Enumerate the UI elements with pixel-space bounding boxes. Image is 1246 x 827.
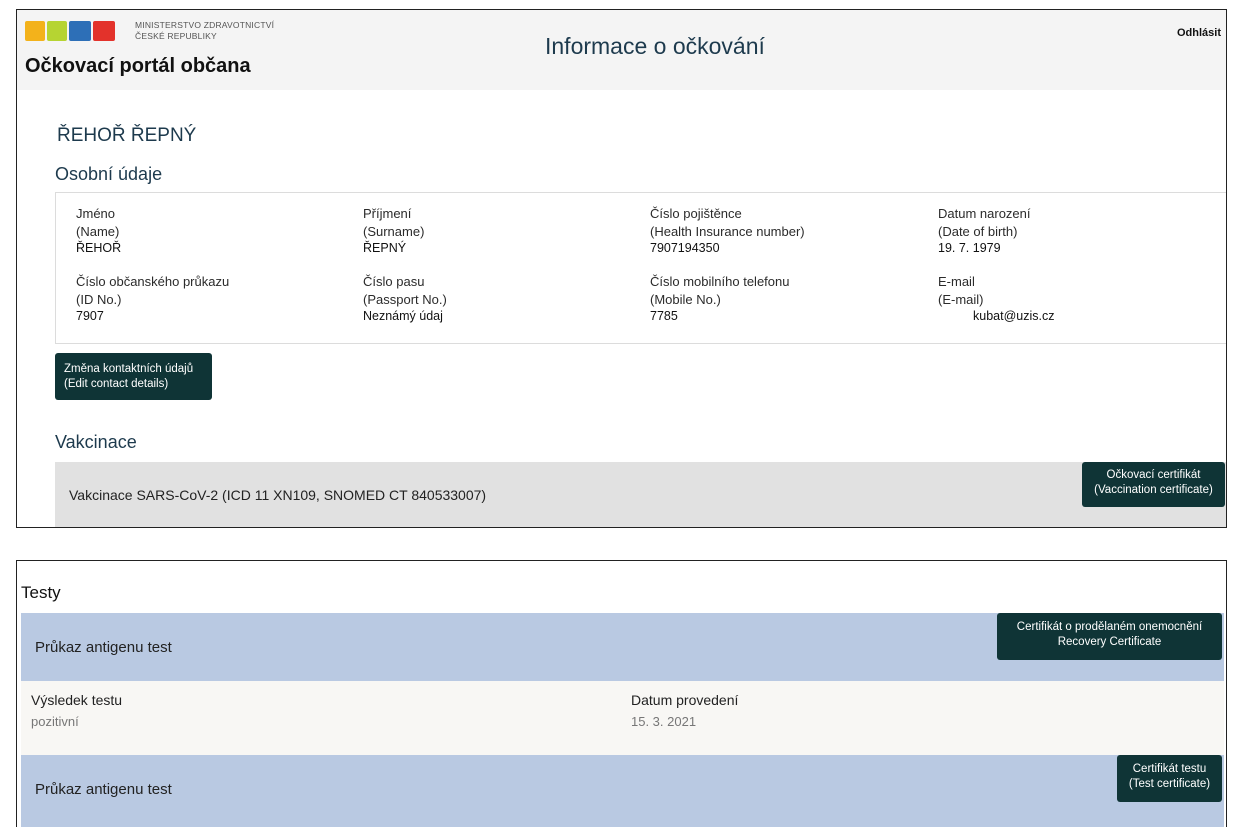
field-label-en: (E-mail) [938, 291, 984, 307]
button-label: Certifikát o prodělaném onemocnění [1016, 621, 1203, 633]
logo-block-icon [47, 21, 67, 41]
button-label-en: Recovery Certificate [1057, 636, 1162, 648]
field-value: Neznámý údaj [363, 309, 443, 323]
field-passport-number: Číslo pasu (Passport No.) Neznámý údaj [363, 273, 447, 326]
test-result-field: Výsledek testu pozitivní [31, 689, 122, 733]
field-label: Jméno [76, 206, 116, 221]
page-header: MINISTERSTVO ZDRAVOTNICTVÍ ČESKÉ REPUBLI… [17, 10, 1226, 90]
edit-contact-details-button[interactable]: Změna kontaktních údajů (Edit contact de… [55, 353, 212, 400]
field-value: 15. 3. 2021 [631, 714, 697, 729]
button-label-en: (Edit contact details) [64, 378, 169, 390]
tests-panel: Testy Průkaz antigenu test Certifikát o … [16, 560, 1227, 827]
field-value: 7785 [650, 309, 678, 323]
vaccination-item-label: Vakcinace SARS-CoV-2 (ICD 11 XN109, SNOM… [69, 487, 487, 503]
personal-section-heading: Osobní údaje [55, 164, 163, 184]
field-label: Číslo občanského průkazu [76, 274, 230, 289]
field-label: Výsledek testu [31, 692, 123, 708]
field-label-en: (Date of birth) [938, 223, 1018, 239]
field-id-number: Číslo občanského průkazu (ID No.) 7907 [76, 273, 229, 326]
button-label: Certifikát testu [1132, 763, 1207, 775]
person-name: ŘEHOŘ ŘEPNÝ [57, 125, 197, 146]
field-value: pozitivní [31, 714, 79, 729]
field-value: 7907194350 [650, 241, 720, 255]
field-label: Číslo pojištěnce [650, 206, 742, 221]
test-item-label: Průkaz antigenu test [35, 639, 172, 656]
tests-section-heading: Testy [21, 583, 61, 602]
vaccination-certificate-button[interactable]: Očkovací certifikát (Vaccination certifi… [1082, 462, 1225, 507]
field-date-of-birth: Datum narození (Date of birth) 19. 7. 19… [938, 205, 1031, 258]
portal-title: Očkovací portál občana [25, 55, 251, 77]
test-certificate-button[interactable]: Certifikát testu (Test certificate) [1117, 755, 1222, 802]
vaccination-item-row[interactable]: Vakcinace SARS-CoV-2 (ICD 11 XN109, SNOM… [55, 462, 1226, 527]
field-label: Příjmení [363, 206, 412, 221]
field-label: Datum narození [938, 206, 1031, 221]
field-value: kubat@uzis.cz [973, 309, 1055, 323]
logo-block-icon [69, 21, 91, 41]
field-value: ŘEHOŘ [76, 241, 122, 255]
button-label-en: (Vaccination certificate) [1094, 484, 1213, 496]
field-value: 7907 [76, 309, 104, 323]
ministry-name: MINISTERSTVO ZDRAVOTNICTVÍ ČESKÉ REPUBLI… [135, 20, 274, 42]
button-label-en: (Test certificate) [1128, 778, 1211, 790]
field-label-en: (Name) [76, 223, 120, 239]
test-item-row[interactable]: Průkaz antigenu test [21, 755, 1224, 827]
field-label: Číslo mobilního telefonu [650, 274, 790, 289]
test-item-label: Průkaz antigenu test [35, 781, 172, 798]
field-label: E-mail [938, 274, 975, 289]
test-date-field: Datum provedení 15. 3. 2021 [631, 689, 738, 733]
ministry-line-2: ČESKÉ REPUBLIKY [135, 31, 217, 41]
field-label-en: (Passport No.) [363, 291, 447, 307]
personal-details-box: Jméno (Name) ŘEHOŘ Příjmení (Surname) ŘE… [55, 192, 1226, 344]
field-mobile-number: Číslo mobilního telefonu (Mobile No.) 77… [650, 273, 789, 326]
logo-block-icon [25, 21, 45, 41]
field-surname: Příjmení (Surname) ŘEPNÝ [363, 205, 424, 258]
field-value: 19. 7. 1979 [938, 241, 1001, 255]
field-name: Jméno (Name) ŘEHOŘ [76, 205, 121, 258]
field-label-en: (Mobile No.) [650, 291, 721, 307]
logo-block-icon [93, 21, 115, 41]
field-label-en: (Surname) [363, 223, 425, 239]
field-value: ŘEPNÝ [363, 241, 407, 255]
button-label: Změna kontaktních údajů [64, 363, 194, 375]
field-insurance-number: Číslo pojištěnce (Health Insurance numbe… [650, 205, 805, 258]
button-label: Očkovací certifikát [1106, 469, 1201, 481]
logout-link[interactable]: Odhlásit [1177, 27, 1221, 39]
field-label: Datum provedení [631, 692, 739, 708]
ministry-logo [25, 20, 117, 42]
field-label: Číslo pasu [363, 274, 425, 289]
test-result-details: Výsledek testu pozitivní Datum provedení… [21, 681, 1224, 755]
field-email: E-mail (E-mail) kubat@uzis.cz [938, 273, 1054, 326]
field-label-en: (Health Insurance number) [650, 223, 805, 239]
vaccination-section-heading: Vakcinace [55, 432, 137, 452]
field-label-en: (ID No.) [76, 291, 122, 307]
recovery-certificate-button[interactable]: Certifikát o prodělaném onemocnění Recov… [997, 613, 1222, 660]
ministry-line-1: MINISTERSTVO ZDRAVOTNICTVÍ [135, 20, 275, 30]
vaccination-info-panel: MINISTERSTVO ZDRAVOTNICTVÍ ČESKÉ REPUBLI… [16, 9, 1227, 528]
page-title: Informace o očkování [545, 33, 765, 59]
